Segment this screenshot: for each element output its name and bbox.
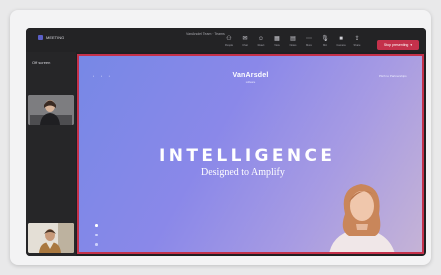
- chat-button[interactable]: ✉ Chat: [240, 36, 250, 47]
- slide-corner-text: Pitch to Partnerships: [379, 74, 407, 78]
- meeting-window: MEETING VanArsdel Team · Teams ⚇ People …: [26, 28, 426, 256]
- window-title: VanArsdel Team · Teams: [186, 32, 225, 36]
- slide-nav-dot[interactable]: [95, 233, 98, 236]
- mic-button[interactable]: 🎙 Mic: [320, 36, 330, 47]
- share-icon: ⇪: [354, 36, 360, 42]
- react-button[interactable]: ☺ React: [256, 36, 266, 47]
- camera-icon: ■: [339, 36, 343, 42]
- participant-man-image: [28, 223, 74, 253]
- participant-video-tile[interactable]: [28, 95, 74, 125]
- slide-nav-dot[interactable]: [95, 243, 98, 246]
- brand-logo-subtitle: software: [245, 81, 256, 84]
- participant-woman-image: [28, 95, 74, 125]
- more-button[interactable]: ⋯ More: [304, 36, 314, 47]
- chat-icon: ✉: [242, 36, 248, 42]
- participant-sidebar: Off screen: [26, 52, 76, 256]
- camera-label: Camera: [336, 44, 346, 47]
- title-bar: MEETING VanArsdel Team · Teams ⚇ People …: [26, 28, 426, 52]
- presenter-video-overlay: [329, 184, 395, 252]
- notes-icon: ▤: [290, 36, 296, 42]
- react-icon: ☺: [257, 36, 265, 42]
- view-label: View: [274, 44, 280, 47]
- view-button[interactable]: ▦ View: [272, 36, 282, 47]
- react-label: React: [257, 44, 265, 47]
- app-name: MEETING: [38, 35, 64, 40]
- mic-icon: 🎙: [321, 36, 329, 42]
- meeting-toolbar: ⚇ People ✉ Chat ☺ React ▦ View ▤ Notes ⋯…: [224, 36, 362, 47]
- off-screen-label: Off screen: [32, 60, 51, 65]
- more-icon: ⋯: [306, 36, 312, 42]
- teams-logo-icon: [38, 35, 43, 40]
- notes-label: Notes: [289, 44, 297, 47]
- more-label: More: [306, 44, 312, 47]
- share-tray-button[interactable]: ⇪ Share: [352, 36, 362, 47]
- stop-presenting-label: Stop presenting: [383, 43, 409, 47]
- stop-presenting-button[interactable]: Stop presenting ▾: [377, 40, 419, 50]
- self-video-tile[interactable]: [28, 223, 74, 253]
- chat-label: Chat: [242, 44, 248, 47]
- chevron-down-icon: ▾: [410, 43, 413, 47]
- slide-nav-dot[interactable]: [95, 224, 98, 227]
- share-label: Share: [353, 44, 361, 47]
- app-name-label: MEETING: [46, 35, 65, 40]
- people-button[interactable]: ⚇ People: [224, 36, 234, 47]
- slide-nav-dots: [95, 224, 98, 255]
- view-icon: ▦: [274, 36, 280, 42]
- brand-logo: VanArsdel: [232, 72, 269, 79]
- shared-slide[interactable]: • • • VanArsdel software Pitch to Partne…: [77, 54, 424, 254]
- people-label: People: [224, 44, 234, 47]
- slide-subheadline: Designed to Amplify: [201, 167, 285, 178]
- mic-label: Mic: [322, 44, 328, 47]
- camera-button[interactable]: ■ Camera: [336, 36, 346, 47]
- people-icon: ⚇: [226, 36, 232, 42]
- slide-headline: INTELLIGENCE: [159, 146, 336, 166]
- notes-button[interactable]: ▤ Notes: [288, 36, 298, 47]
- slide-nav-dot[interactable]: [95, 253, 98, 255]
